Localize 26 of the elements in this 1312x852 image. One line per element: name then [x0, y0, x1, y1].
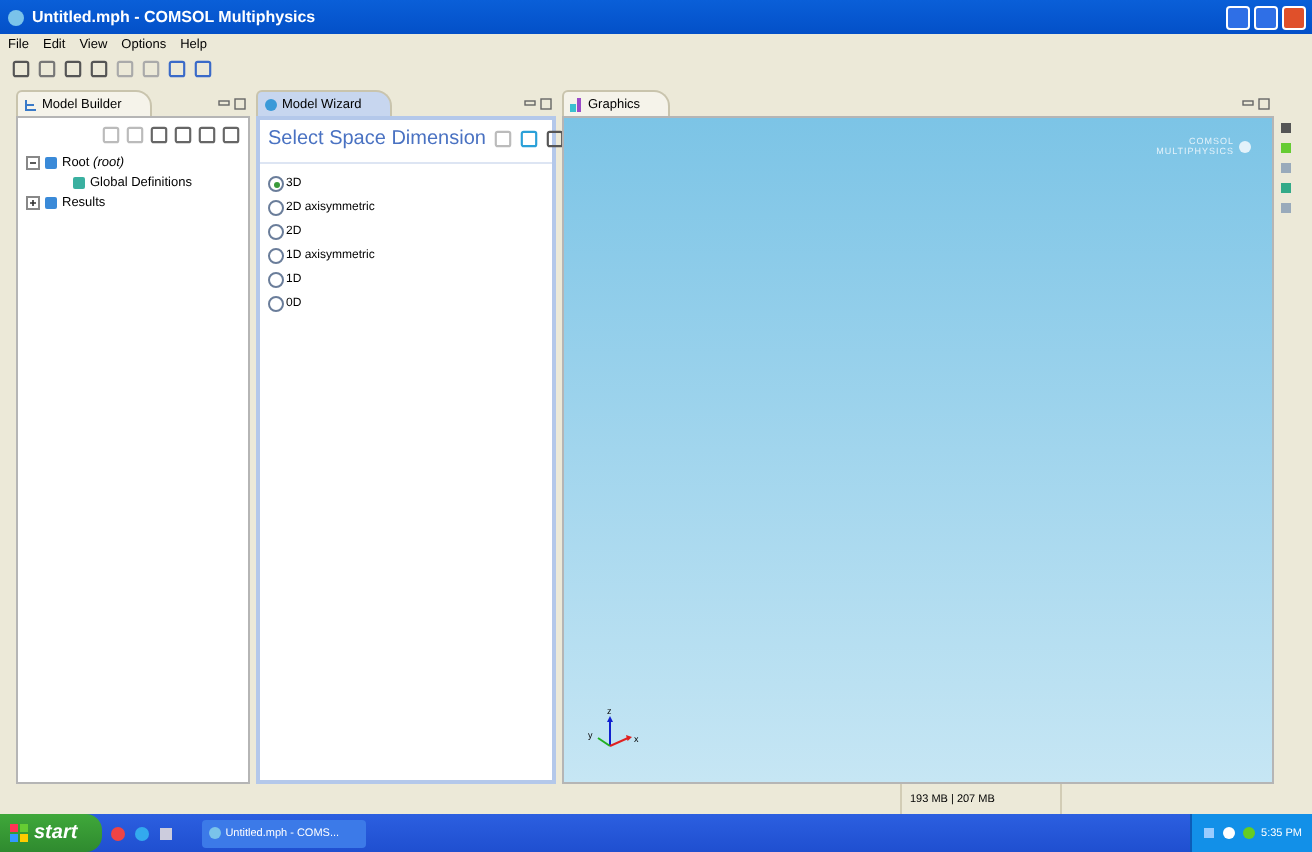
radio-button[interactable] — [268, 248, 284, 264]
radio-button[interactable] — [268, 200, 284, 216]
node-icon — [44, 155, 58, 169]
radio-button[interactable] — [268, 224, 284, 240]
maximize-button[interactable] — [1254, 5, 1278, 29]
minimize-icon[interactable] — [1242, 98, 1254, 110]
radio-button[interactable] — [268, 272, 284, 288]
windows-flag-icon — [10, 824, 28, 842]
tree-icon — [24, 97, 38, 111]
minimize-icon[interactable] — [524, 98, 536, 110]
node-icon — [44, 195, 58, 209]
radio-button[interactable] — [268, 176, 284, 192]
maximize-icon[interactable] — [234, 98, 246, 110]
minimize-icon[interactable] — [218, 98, 230, 110]
maximize-icon[interactable] — [1258, 98, 1270, 110]
radio-button[interactable] — [268, 296, 284, 312]
node-icon — [72, 175, 86, 189]
collapse-toggle[interactable] — [26, 155, 40, 169]
start-button[interactable]: start — [0, 814, 102, 852]
maximize-icon[interactable] — [540, 98, 552, 110]
graphics-icon — [570, 97, 584, 111]
wizard-heading: Select Space Dimension — [268, 128, 486, 150]
expand-toggle[interactable] — [26, 195, 40, 209]
minimize-button[interactable] — [1226, 5, 1250, 29]
close-button[interactable] — [1282, 5, 1306, 29]
window-title: Untitled.mph - COMSOL Multiphysics — [32, 8, 316, 26]
